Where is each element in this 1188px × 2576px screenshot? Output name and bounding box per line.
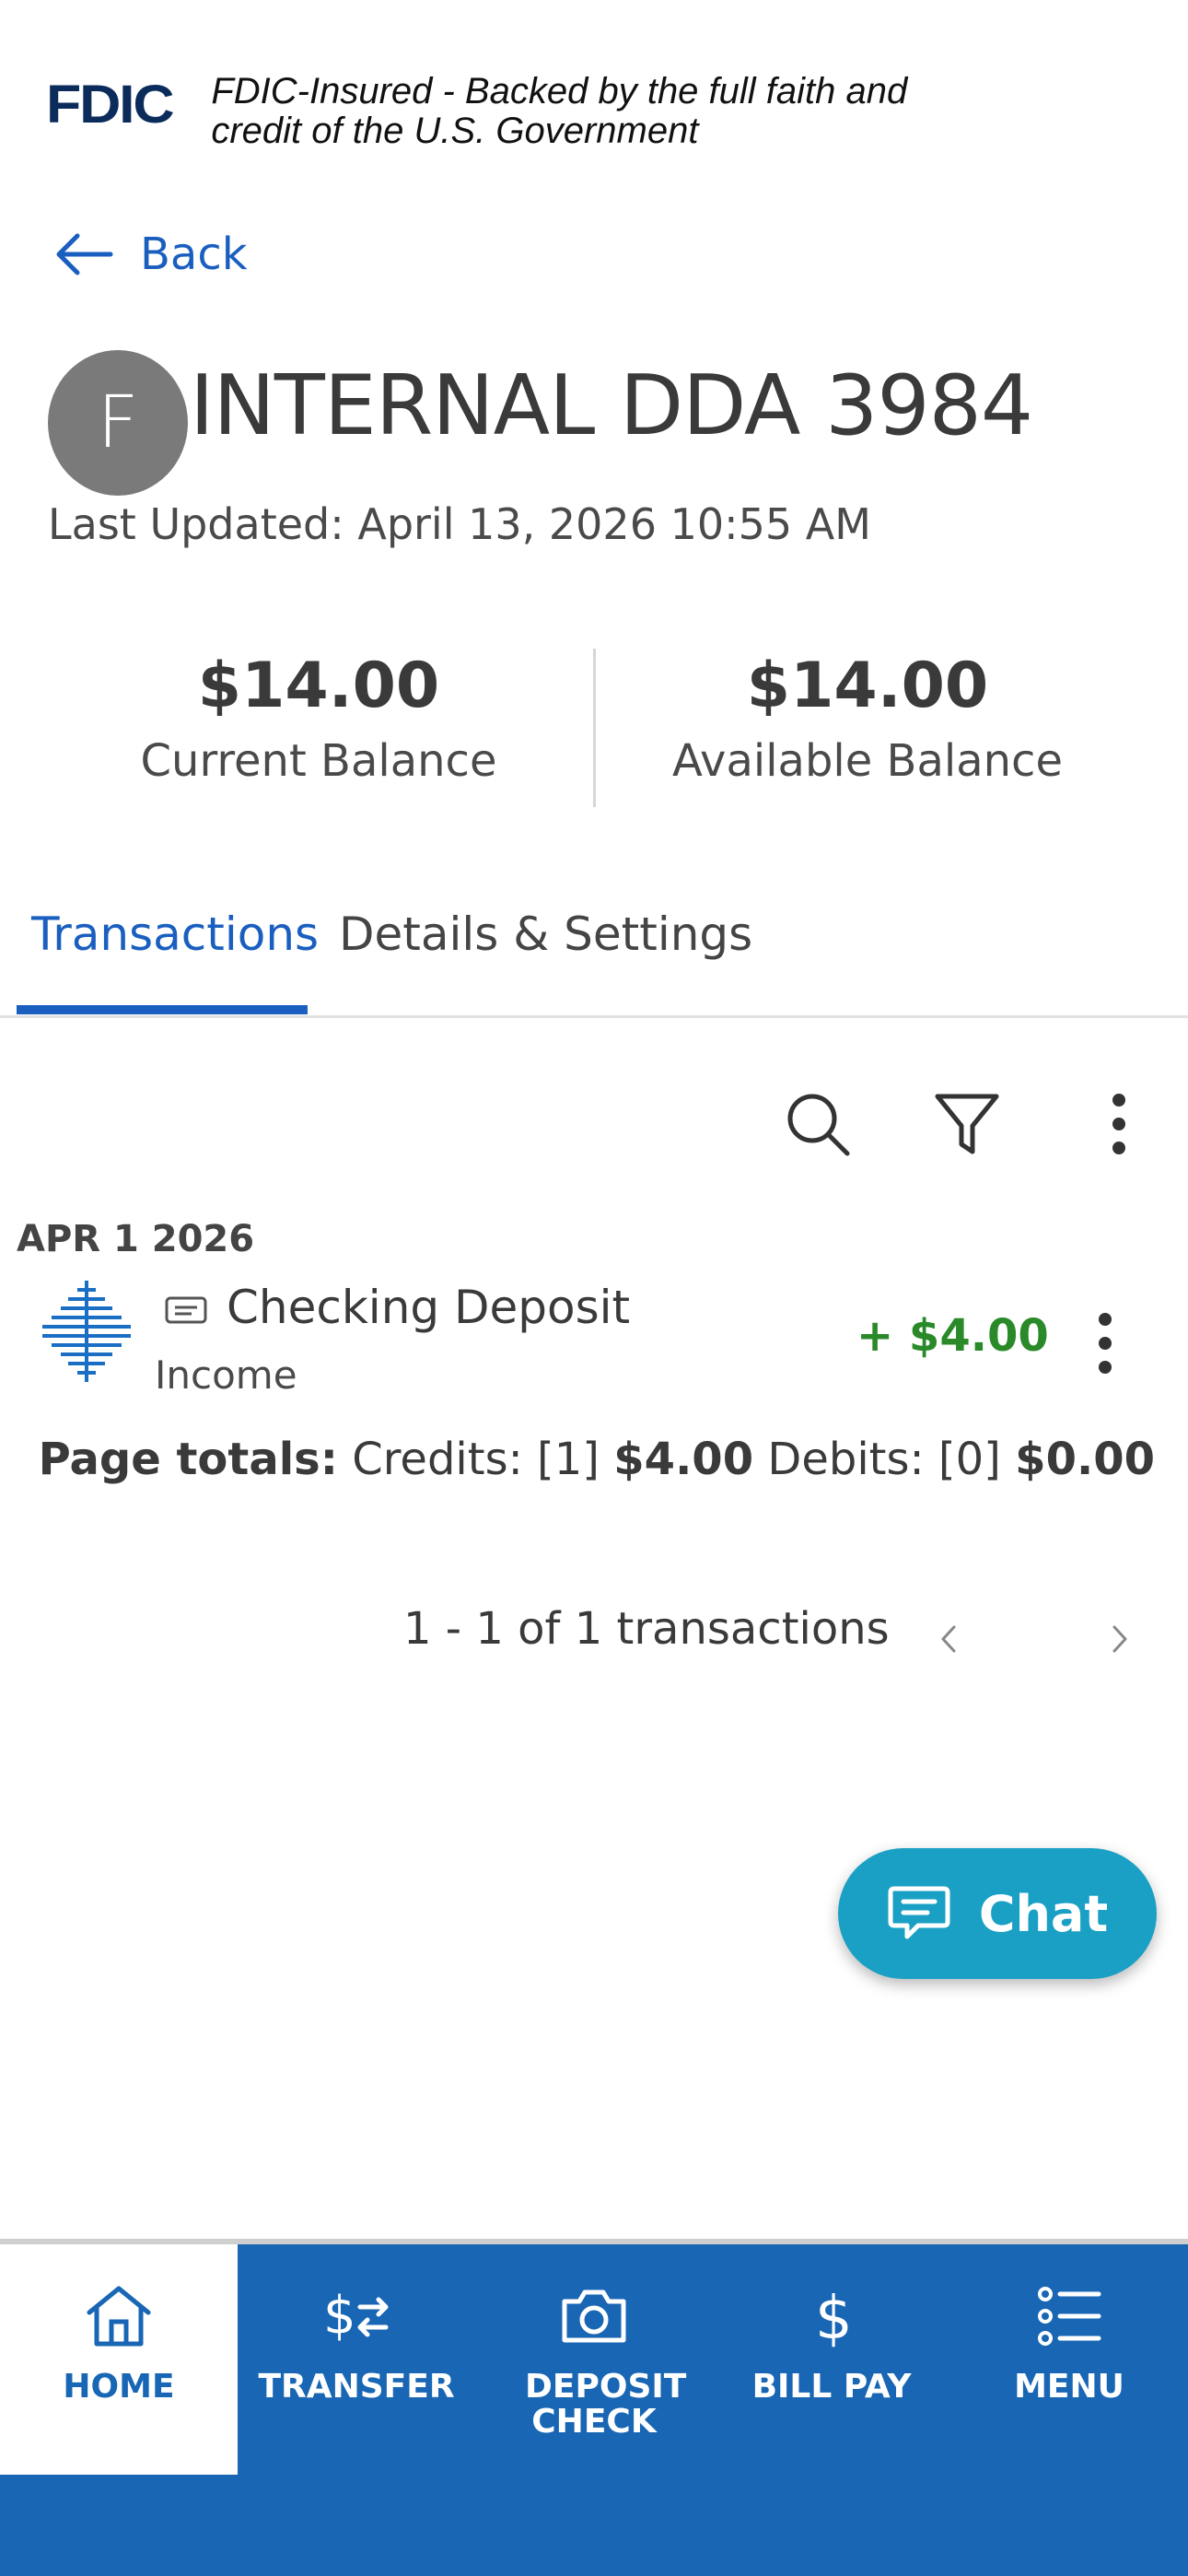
transaction-amount: + $4.00 (856, 1310, 1049, 1362)
fdic-logo: FDIC (46, 75, 175, 135)
current-balance-amount: $14.00 (197, 650, 440, 722)
chat-button[interactable]: Chat (838, 1848, 1157, 1979)
chat-bubble-icon (888, 1886, 950, 1939)
fdic-disclaimer: FDIC-Insured - Backed by the full faith … (211, 71, 908, 151)
debits-amount: $0.00 (1015, 1434, 1155, 1485)
chat-label: Chat (978, 1884, 1109, 1943)
previous-page-button[interactable] (930, 1616, 967, 1662)
home-icon (87, 2286, 151, 2347)
transaction-more-button[interactable] (1077, 1306, 1133, 1380)
search-button[interactable] (781, 1087, 855, 1161)
list-icon (1038, 2287, 1101, 2346)
chevron-left-icon (941, 1625, 956, 1653)
last-updated: Last Updated: April 13, 2026 10:55 AM (48, 499, 871, 549)
transaction-category: Income (155, 1352, 297, 1398)
nav-transfer[interactable]: $ TRANSFER (238, 2244, 475, 2475)
more-options-button[interactable] (1082, 1087, 1156, 1161)
avatar: F (48, 350, 188, 496)
balance-summary: $14.00 Current Balance $14.00 Available … (0, 645, 1188, 811)
active-tab-indicator (17, 1005, 308, 1014)
more-vertical-icon (1112, 1094, 1125, 1154)
nav-transfer-label: TRANSFER (258, 2368, 455, 2406)
page-totals: Page totals: Credits: [1] $4.00 Debits: … (39, 1434, 1155, 1485)
nav-deposit-check[interactable]: DEPOSIT CHECK (475, 2244, 713, 2475)
credits-amount: $4.00 (613, 1434, 754, 1485)
account-name: INTERNAL DDA 3984 (190, 357, 1033, 454)
current-balance-label: Current Balance (140, 735, 497, 787)
nav-bill-pay-label: BILL PAY (751, 2368, 912, 2406)
nav-home-label: HOME (63, 2368, 175, 2406)
check-icon (165, 1296, 207, 1324)
search-icon (787, 1094, 850, 1156)
transfer-icon: $ (323, 2286, 389, 2346)
transaction-date-header: APR 1 2026 (17, 1218, 255, 1260)
current-balance: $14.00 Current Balance (42, 645, 595, 787)
nav-menu[interactable]: MENU (950, 2244, 1188, 2475)
transaction-description: Checking Deposit (227, 1281, 631, 1334)
filter-icon (935, 1094, 999, 1154)
pagination-count: 1 - 1 of 1 transactions (403, 1603, 890, 1655)
nav-bill-pay[interactable]: $ BILL PAY (713, 2244, 950, 2475)
merchant-logo-icon (42, 1281, 131, 1382)
tab-details-settings[interactable]: Details & Settings (339, 907, 752, 961)
nav-deposit-check-label: DEPOSIT CHECK (525, 2368, 687, 2441)
fdic-banner: FDIC FDIC-Insured - Backed by the full f… (46, 72, 966, 151)
filter-button[interactable] (930, 1087, 1004, 1161)
bottom-nav: HOME $ TRANSFER DEPOSIT CHECK $ BILL PAY (0, 2239, 1188, 2576)
next-page-button[interactable] (1101, 1616, 1138, 1662)
arrow-left-icon (56, 233, 113, 275)
svg-text:$: $ (815, 2285, 853, 2353)
svg-text:$: $ (323, 2286, 356, 2346)
available-balance-label: Available Balance (672, 735, 1063, 787)
more-vertical-icon (1099, 1313, 1112, 1374)
back-label: Back (140, 228, 248, 280)
chevron-right-icon (1112, 1625, 1127, 1653)
credits-label: Credits: [1] (352, 1434, 600, 1485)
nav-home[interactable]: HOME (0, 2244, 238, 2475)
page-totals-label: Page totals: (38, 1434, 338, 1485)
camera-icon (562, 2289, 626, 2343)
back-button[interactable]: Back (53, 228, 248, 280)
tab-bar: Transactions Details & Settings (0, 889, 1188, 1018)
dollar-icon: $ (815, 2285, 853, 2353)
tab-transactions[interactable]: Transactions (31, 907, 319, 961)
account-detail-screen: FDIC FDIC-Insured - Backed by the full f… (0, 0, 1188, 2576)
available-balance-amount: $14.00 (746, 650, 989, 722)
available-balance: $14.00 Available Balance (591, 645, 1144, 787)
nav-menu-label: MENU (1014, 2368, 1124, 2406)
debits-label: Debits: [0] (767, 1434, 1001, 1485)
